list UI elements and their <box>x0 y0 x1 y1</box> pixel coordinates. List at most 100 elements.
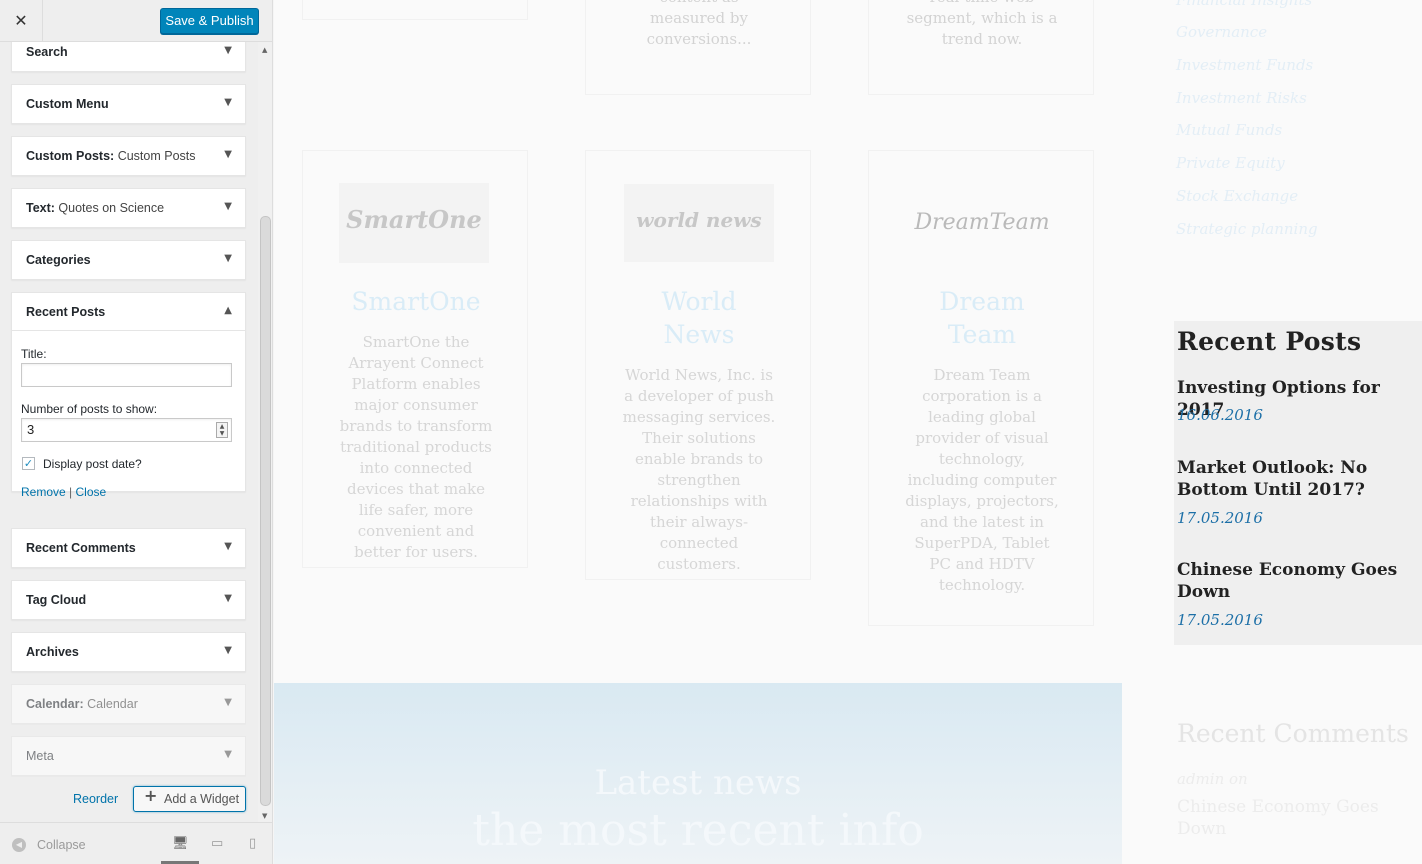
post-date: 17.05.2016 <box>1177 509 1263 527</box>
widget-title: Search <box>26 45 68 59</box>
widget-title: Tag Cloud <box>26 593 87 607</box>
desktop-icon[interactable]: 🖥 <box>172 836 189 851</box>
spinner-up-icon[interactable]: ▲ <box>220 423 225 430</box>
scroll-up-icon[interactable]: ▲ <box>262 46 267 54</box>
chevron-down-icon[interactable]: ▼ <box>224 253 232 264</box>
chevron-down-icon[interactable]: ▼ <box>224 97 232 108</box>
num-posts-input[interactable]: 3 ▲ ▼ <box>21 418 232 442</box>
chevron-down-icon[interactable]: ▼ <box>224 201 232 212</box>
card-title[interactable]: World News <box>586 285 812 351</box>
link-separator: | <box>69 485 73 499</box>
widget-title: Categories <box>26 253 91 267</box>
widget-title: Custom Posts: Custom Posts <box>26 149 196 163</box>
widget-header[interactable]: Recent Comments ▼ <box>12 529 245 567</box>
chevron-down-icon[interactable]: ▼ <box>224 541 232 552</box>
world-news-logo: world news <box>624 184 774 262</box>
widget-header[interactable]: Calendar: Calendar ▼ <box>12 685 245 723</box>
tablet-icon[interactable]: ▭ <box>211 836 223 851</box>
close-button[interactable]: ✕ <box>0 0 43 42</box>
widget-header[interactable]: Custom Menu ▼ <box>12 85 245 123</box>
category-link[interactable]: Strategic planning <box>1176 220 1318 238</box>
widget-title: Meta <box>26 749 54 763</box>
show-date-checkbox[interactable]: ✓ <box>22 457 35 470</box>
chevron-down-icon[interactable]: ▼ <box>224 149 232 160</box>
close-link[interactable]: Close <box>76 485 107 499</box>
chevron-up-icon[interactable]: ▲ <box>224 305 232 316</box>
collapse-button[interactable]: Collapse <box>37 838 86 852</box>
card-title[interactable]: SmartOne <box>303 285 529 318</box>
chevron-down-icon[interactable]: ▼ <box>224 697 232 708</box>
save-publish-button[interactable]: Save & Publish <box>160 8 259 34</box>
widget-header[interactable]: Archives ▼ <box>12 633 245 671</box>
card-description: World News, Inc. is a developer of push … <box>622 366 776 573</box>
customizer-footer: ◀ Collapse 🖥 ▭ ▯ <box>0 822 272 864</box>
widget-text-quotes[interactable]: Text: Quotes on Science ▼ <box>11 188 246 228</box>
card-title[interactable]: Dream Team <box>869 285 1095 351</box>
widget-categories[interactable]: Categories ▼ <box>11 240 246 280</box>
widget-tag-cloud[interactable]: Tag Cloud ▼ <box>11 580 246 620</box>
comment-meta: admin on <box>1177 770 1248 788</box>
category-link[interactable]: Investment Risks <box>1176 89 1307 107</box>
client-card: SmartOne SmartOne SmartOne the Arrayent … <box>302 150 528 568</box>
customizer-sidebar: Search ▼ Custom Menu ▼ Custom Posts: Cus… <box>0 0 273 864</box>
widget-header[interactable]: Meta ▼ <box>12 737 245 775</box>
recent-posts-widget: Recent Posts Investing Options for 2017 … <box>1174 321 1422 645</box>
category-link[interactable]: Governance <box>1176 23 1267 41</box>
chevron-down-icon[interactable]: ▼ <box>224 645 232 656</box>
post-link[interactable]: Chinese Economy Goes Down <box>1177 559 1422 603</box>
widget-title: Calendar: Calendar <box>26 697 138 711</box>
chevron-down-icon[interactable]: ▼ <box>224 749 232 760</box>
latest-news-section: Latest news the most recent info <box>274 683 1122 864</box>
widget-recent-posts[interactable]: Recent Posts ▲ Title: Number of posts to… <box>11 292 246 499</box>
post-date: 16.06.2016 <box>1177 406 1263 424</box>
widget-title: Recent Comments <box>26 541 136 555</box>
scrollbar-thumb[interactable] <box>260 216 271 806</box>
widget-header[interactable]: Recent Posts ▲ <box>12 293 245 331</box>
number-spinner[interactable]: ▲ ▼ <box>216 422 228 438</box>
mobile-icon[interactable]: ▯ <box>249 836 256 851</box>
card-text: ‘real-time web’ segment, which is a tren… <box>906 0 1058 48</box>
site-preview: content as measured by conversions... ‘r… <box>274 0 1422 864</box>
widget-actions: Remove | Close <box>21 485 106 499</box>
widget-custom-posts[interactable]: Custom Posts: Custom Posts ▼ <box>11 136 246 176</box>
collapse-icon[interactable]: ◀ <box>12 838 26 852</box>
post-link[interactable]: Market Outlook: No Bottom Until 2017? <box>1177 457 1422 501</box>
section-title: Latest news <box>594 763 802 803</box>
widget-header[interactable]: Text: Quotes on Science ▼ <box>12 189 245 227</box>
card <box>302 0 528 20</box>
title-label: Title: <box>21 347 47 361</box>
chevron-down-icon[interactable]: ▼ <box>224 593 232 604</box>
widget-inside: Title: Number of posts to show: 3 ▲ ▼ ✓ D… <box>12 331 245 499</box>
widget-custom-menu[interactable]: Custom Menu ▼ <box>11 84 246 124</box>
category-link[interactable]: Mutual Funds <box>1176 121 1282 139</box>
title-input[interactable] <box>21 363 232 387</box>
category-link[interactable]: Investment Funds <box>1176 56 1313 74</box>
widget-header[interactable]: Custom Posts: Custom Posts ▼ <box>12 137 245 175</box>
widget-calendar[interactable]: Calendar: Calendar ▼ <box>11 684 246 724</box>
add-widget-button[interactable]: + Add a Widget <box>133 786 246 812</box>
widget-title: Custom Menu <box>26 97 109 111</box>
section-subtitle: the most recent info <box>472 805 924 856</box>
chevron-down-icon[interactable]: ▼ <box>224 45 232 56</box>
remove-link[interactable]: Remove <box>21 485 66 499</box>
category-link[interactable]: Private Equity <box>1176 154 1285 172</box>
spinner-down-icon[interactable]: ▼ <box>220 430 225 437</box>
widget-header[interactable]: Tag Cloud ▼ <box>12 581 245 619</box>
widget-heading: Recent Comments <box>1177 719 1409 748</box>
widget-title: Recent Posts <box>26 305 106 319</box>
widget-archives[interactable]: Archives ▼ <box>11 632 246 672</box>
widget-header[interactable]: Categories ▼ <box>12 241 245 279</box>
comment-post-link[interactable]: Chinese Economy Goes Down <box>1177 796 1422 840</box>
customizer-header: ✕ Save & Publish <box>0 0 272 42</box>
category-link[interactable]: Stock Exchange <box>1176 187 1298 205</box>
category-link[interactable]: Financial Insights <box>1176 0 1312 9</box>
scrollbar[interactable]: ▲ ▼ <box>258 42 272 822</box>
smartone-logo: SmartOne <box>339 183 489 263</box>
client-card: world news World News World News, Inc. i… <box>585 150 811 580</box>
scroll-down-icon[interactable]: ▼ <box>262 812 267 820</box>
widget-meta[interactable]: Meta ▼ <box>11 736 246 776</box>
reorder-link[interactable]: Reorder <box>73 792 118 806</box>
widget-recent-comments[interactable]: Recent Comments ▼ <box>11 528 246 568</box>
add-widget-label: Add a Widget <box>164 792 240 806</box>
dreamteam-logo: DreamTeam <box>914 210 1050 235</box>
